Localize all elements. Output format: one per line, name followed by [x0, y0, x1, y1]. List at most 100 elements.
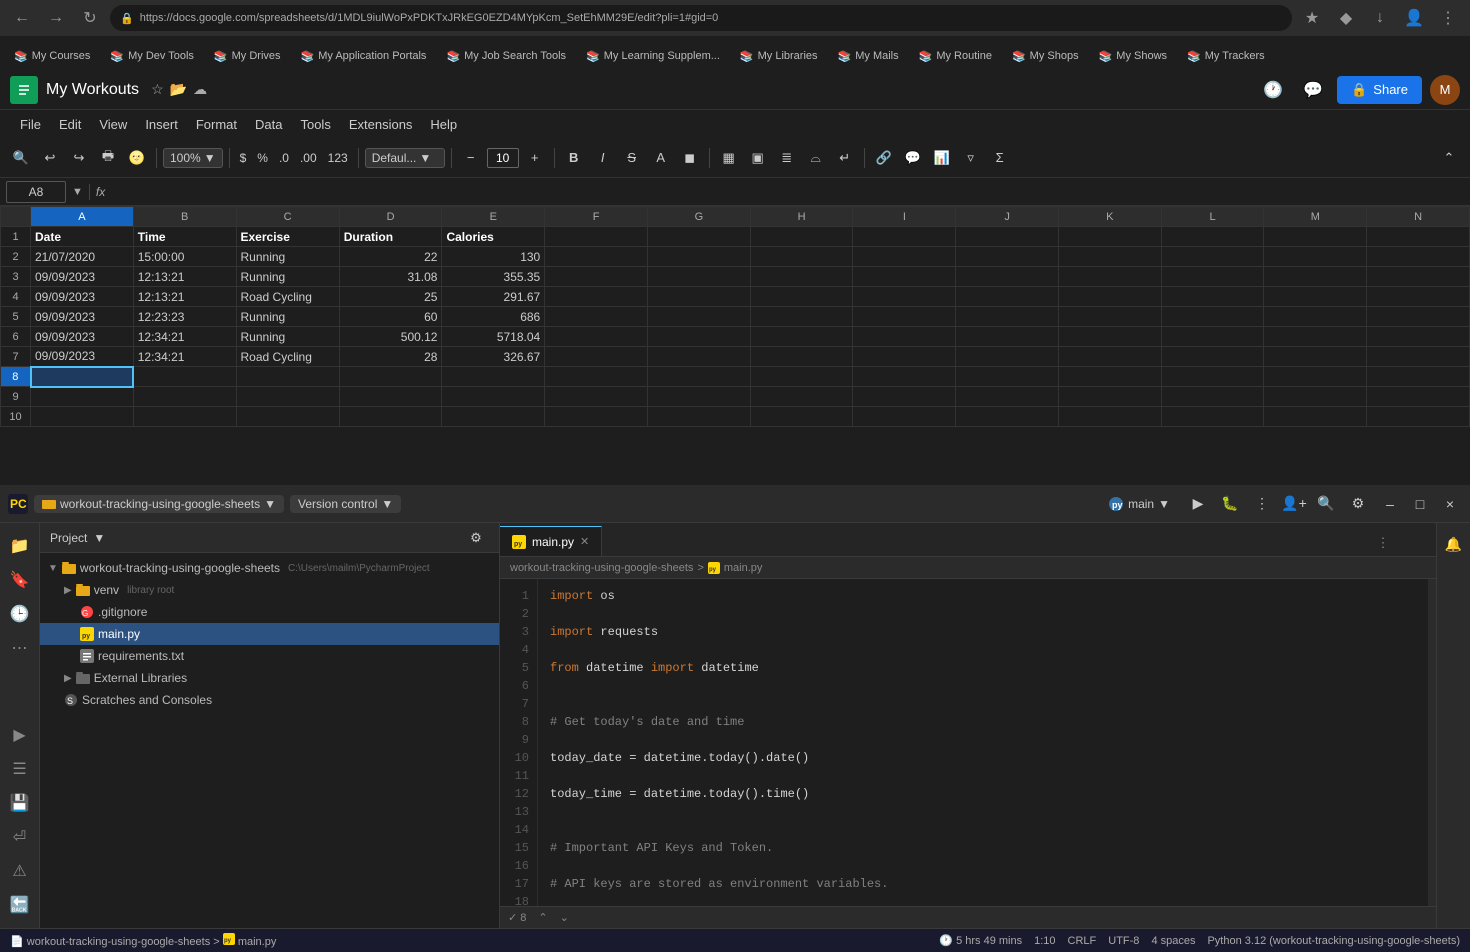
requirements-file[interactable]: requirements.txt — [40, 645, 499, 667]
cell-K2[interactable] — [1058, 247, 1161, 267]
cell-N8[interactable] — [1367, 367, 1470, 387]
cell-I6[interactable] — [853, 327, 956, 347]
cell-M7[interactable] — [1264, 347, 1367, 367]
search-toolbar-btn[interactable]: 🔍 — [8, 145, 34, 171]
paint-format-btn[interactable]: 🌝 — [124, 145, 150, 171]
venv-folder[interactable]: ▶ venv library root — [40, 579, 499, 601]
cell-D8[interactable] — [339, 367, 442, 387]
cell-I7[interactable] — [853, 347, 956, 367]
cell-D5[interactable]: 60 — [339, 307, 442, 327]
tab-my-job-search[interactable]: 📚 My Job Search Tools — [436, 42, 576, 70]
redo-btn[interactable]: ↪ — [66, 145, 92, 171]
filter-btn[interactable]: ▿ — [958, 145, 984, 171]
cell-J9[interactable] — [956, 387, 1059, 407]
borders-btn[interactable]: ▦ — [716, 145, 742, 171]
panel-settings-icon[interactable]: ⚙ — [463, 525, 489, 551]
cell-H9[interactable] — [750, 387, 853, 407]
editor-tab-main-py[interactable]: py main.py ✕ — [500, 526, 602, 556]
col-header-A[interactable]: A — [31, 207, 134, 227]
cell-N3[interactable] — [1367, 267, 1470, 287]
align-btn[interactable]: ≣ — [774, 145, 800, 171]
encoding-item[interactable]: UTF-8 — [1108, 935, 1139, 947]
cell-F4[interactable] — [545, 287, 648, 307]
terminal-icon[interactable]: ⏎ — [5, 822, 35, 852]
cell-F3[interactable] — [545, 267, 648, 287]
cell-I3[interactable] — [853, 267, 956, 287]
cell-L8[interactable] — [1161, 367, 1264, 387]
bold-btn[interactable]: B — [561, 145, 587, 171]
formula-expand-icon[interactable]: ▼ — [72, 186, 83, 198]
cell-F2[interactable] — [545, 247, 648, 267]
nav-back-button[interactable]: ← — [8, 4, 36, 32]
cell-E9[interactable] — [442, 387, 545, 407]
cell-D3[interactable]: 31.08 — [339, 267, 442, 287]
cell-A2[interactable]: 21/07/2020 — [31, 247, 134, 267]
tab-my-libraries[interactable]: 📚 My Libraries — [730, 42, 828, 70]
cell-I8[interactable] — [853, 367, 956, 387]
cell-L9[interactable] — [1161, 387, 1264, 407]
cell-B10[interactable] — [133, 407, 236, 427]
share-button[interactable]: 🔒 Share — [1337, 76, 1422, 104]
cell-J1[interactable] — [956, 227, 1059, 247]
cell-K1[interactable] — [1058, 227, 1161, 247]
cell-M9[interactable] — [1264, 387, 1367, 407]
font-size-increase[interactable]: + — [522, 145, 548, 171]
cell-B6[interactable]: 12:34:21 — [133, 327, 236, 347]
cell-N6[interactable] — [1367, 327, 1470, 347]
cell-B7[interactable]: 12:34:21 — [133, 347, 236, 367]
cell-G3[interactable] — [647, 267, 750, 287]
formula-input[interactable] — [111, 185, 1464, 199]
cell-L6[interactable] — [1161, 327, 1264, 347]
nav-forward-button[interactable]: → — [42, 4, 70, 32]
search-everywhere-button[interactable]: 🔍 — [1312, 490, 1340, 518]
decimal-inc-btn[interactable]: .00 — [296, 149, 321, 167]
cell-J3[interactable] — [956, 267, 1059, 287]
cell-M4[interactable] — [1264, 287, 1367, 307]
cell-L4[interactable] — [1161, 287, 1264, 307]
cell-J4[interactable] — [956, 287, 1059, 307]
col-header-C[interactable]: C — [236, 207, 339, 227]
font-size-input[interactable] — [487, 148, 519, 168]
cell-N7[interactable] — [1367, 347, 1470, 367]
cursor-position-item[interactable]: 1:10 — [1034, 935, 1055, 947]
cell-F7[interactable] — [545, 347, 648, 367]
cell-C9[interactable] — [236, 387, 339, 407]
address-bar[interactable]: 🔒 https://docs.google.com/spreadsheets/d… — [110, 5, 1292, 31]
cell-L10[interactable] — [1161, 407, 1264, 427]
cell-F9[interactable] — [545, 387, 648, 407]
cell-G8[interactable] — [647, 367, 750, 387]
gitignore-file[interactable]: G .gitignore — [40, 601, 499, 623]
strikethrough-btn[interactable]: S — [619, 145, 645, 171]
cell-L7[interactable] — [1161, 347, 1264, 367]
percent-btn[interactable]: % — [253, 149, 272, 167]
cell-K10[interactable] — [1058, 407, 1161, 427]
cell-A7[interactable]: 09/09/2023 — [31, 347, 134, 367]
cell-A8[interactable] — [31, 367, 134, 387]
version-control-selector[interactable]: Version control ▼ — [290, 495, 401, 513]
menu-format[interactable]: Format — [188, 115, 245, 134]
col-header-N[interactable]: N — [1367, 207, 1470, 227]
col-header-E[interactable]: E — [442, 207, 545, 227]
cell-G6[interactable] — [647, 327, 750, 347]
cloud-icon[interactable]: ☁ — [193, 81, 207, 98]
cell-C5[interactable]: Running — [236, 307, 339, 327]
cell-E10[interactable] — [442, 407, 545, 427]
valign-btn[interactable]: ⌓ — [803, 145, 829, 171]
merge-cells-btn[interactable]: ▣ — [745, 145, 771, 171]
python-version-item[interactable]: Python 3.12 (workout-tracking-using-goog… — [1207, 935, 1460, 947]
settings-button[interactable]: ⚙ — [1344, 490, 1372, 518]
external-libraries-folder[interactable]: ▶ External Libraries — [40, 667, 499, 689]
cell-F8[interactable] — [545, 367, 648, 387]
cell-C8[interactable] — [236, 367, 339, 387]
minimize-button[interactable]: – — [1378, 492, 1402, 516]
close-button[interactable]: × — [1438, 492, 1462, 516]
cell-M1[interactable] — [1264, 227, 1367, 247]
cell-G10[interactable] — [647, 407, 750, 427]
cell-E8[interactable] — [442, 367, 545, 387]
cell-E1[interactable]: Calories — [442, 227, 545, 247]
cell-A9[interactable] — [31, 387, 134, 407]
cell-C1[interactable]: Exercise — [236, 227, 339, 247]
col-header-K[interactable]: K — [1058, 207, 1161, 227]
col-header-B[interactable]: B — [133, 207, 236, 227]
user-avatar[interactable]: M — [1430, 75, 1460, 105]
